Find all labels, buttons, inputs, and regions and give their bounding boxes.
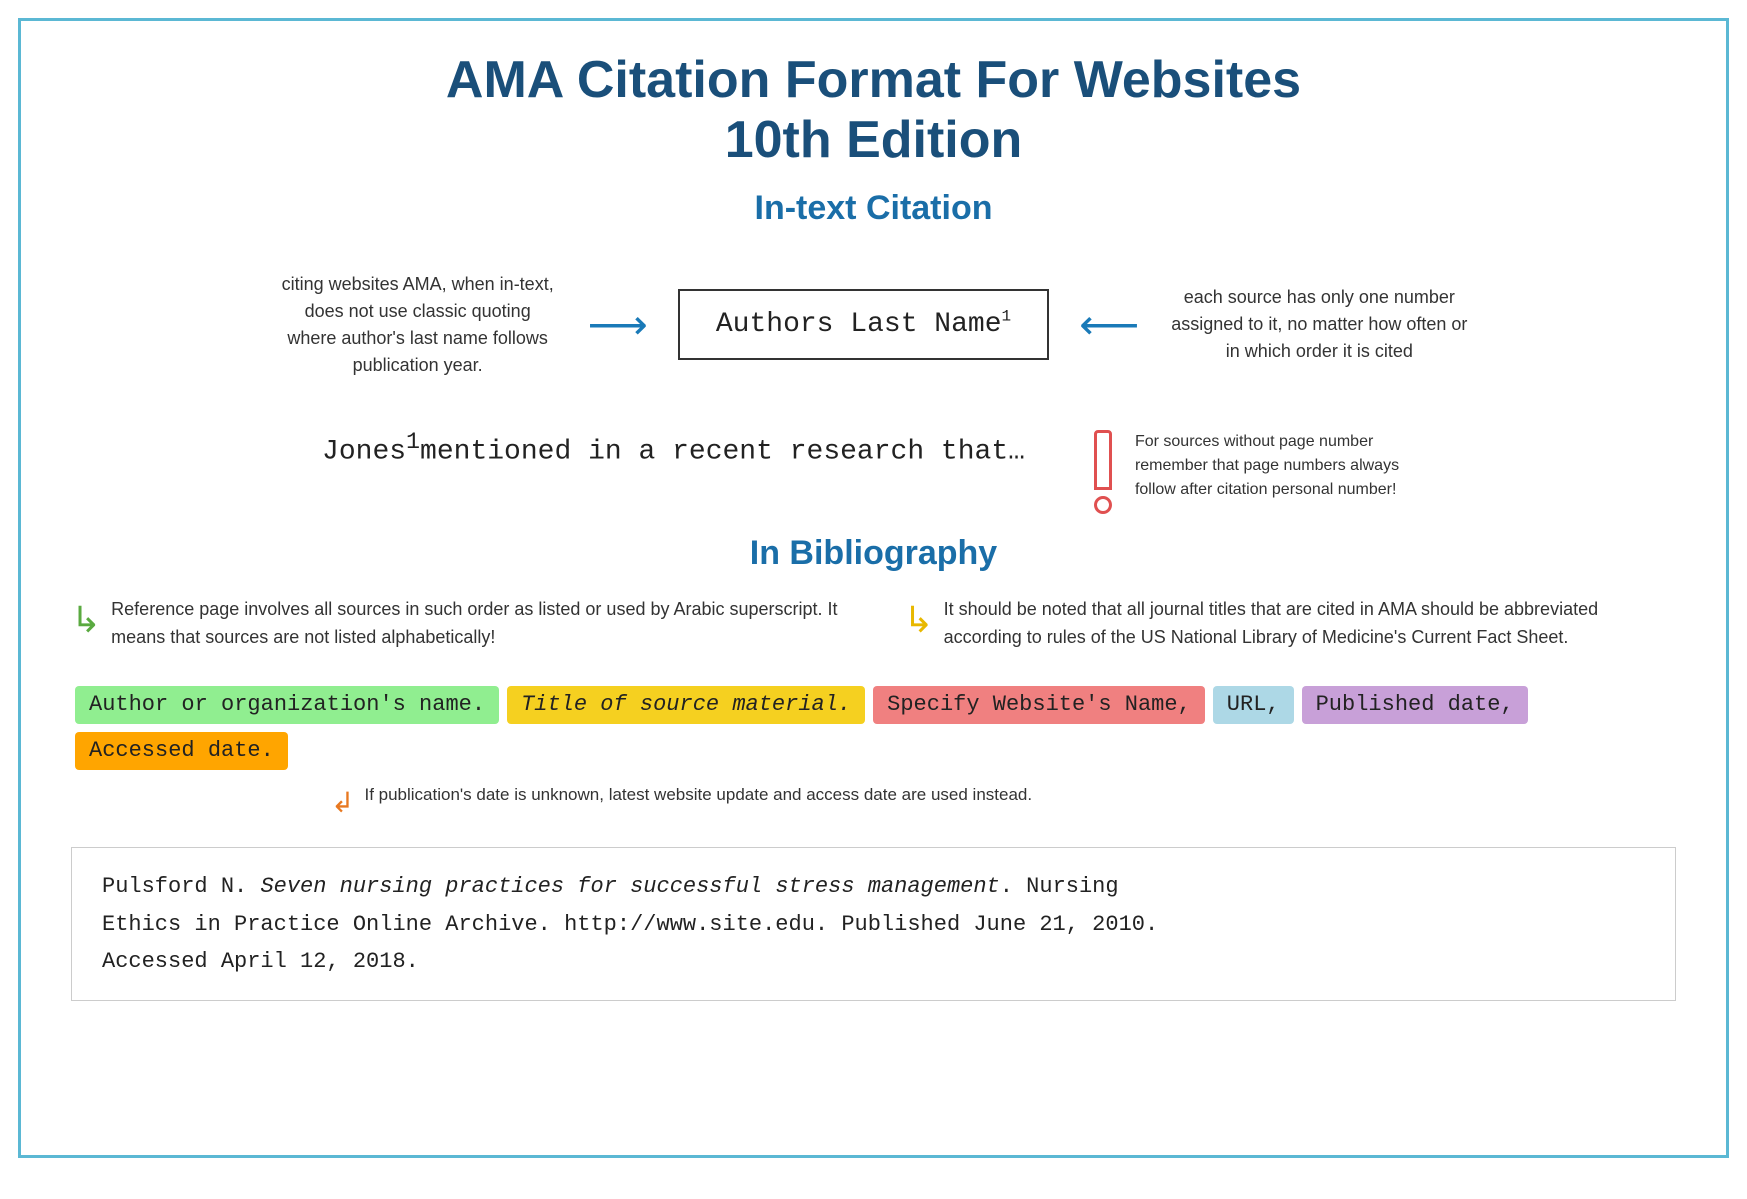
example-sentence: Jones1mentioned in a recent research tha…	[322, 430, 1025, 467]
main-container: AMA Citation Format For Websites 10th Ed…	[18, 18, 1729, 1158]
arrow-right-icon: ⟶	[588, 300, 648, 349]
intext-right-note: each source has only one number assigned…	[1169, 284, 1469, 365]
intext-left-note: citing websites AMA, when in-text, does …	[278, 271, 558, 379]
biblio-note-left-text: Reference page involves all sources in s…	[111, 595, 843, 653]
biblio-note-right-text: It should be noted that all journal titl…	[944, 595, 1676, 653]
intext-section: citing websites AMA, when in-text, does …	[71, 250, 1676, 400]
tag-title: Title of source material.	[507, 686, 865, 724]
citation-format-row: Author or organization's name. Title of …	[71, 682, 1676, 774]
tag-website: Specify Website's Name,	[873, 686, 1205, 724]
intext-header: In-text Citation	[71, 189, 1676, 228]
example-italic: Seven nursing practices for successful s…	[260, 874, 999, 899]
tag-published: Published date,	[1302, 686, 1528, 724]
tag-accessed: Accessed date.	[75, 732, 288, 770]
exclamation-icon	[1085, 430, 1121, 514]
bibliography-section: ↳ Reference page involves all sources in…	[71, 595, 1676, 1002]
page-title: AMA Citation Format For Websites 10th Ed…	[71, 51, 1676, 171]
date-note-row: ↲ If publication's date is unknown, late…	[331, 782, 1676, 819]
biblio-notes-row: ↳ Reference page involves all sources in…	[71, 595, 1676, 653]
citation-box: Authors Last Name1	[678, 289, 1049, 360]
orange-arrow-icon: ↲	[331, 786, 354, 819]
green-arrow-icon: ↳	[71, 599, 101, 641]
yellow-arrow-icon: ↳	[904, 599, 934, 641]
exclamation-note-text: For sources without page number remember…	[1135, 430, 1425, 502]
biblio-note-right: ↳ It should be noted that all journal ti…	[904, 595, 1677, 653]
tag-author: Author or organization's name.	[75, 686, 499, 724]
exclamation-note: For sources without page number remember…	[1085, 430, 1425, 514]
arrow-left-icon: ⟵	[1079, 300, 1139, 349]
date-note-text: If publication's date is unknown, latest…	[364, 782, 1032, 808]
example-row: Jones1mentioned in a recent research tha…	[71, 430, 1676, 514]
biblio-note-left: ↳ Reference page involves all sources in…	[71, 595, 844, 653]
tag-url: URL,	[1213, 686, 1294, 724]
example-citation: Pulsford N. Seven nursing practices for …	[71, 847, 1676, 1001]
bibliography-header: In Bibliography	[71, 534, 1676, 573]
